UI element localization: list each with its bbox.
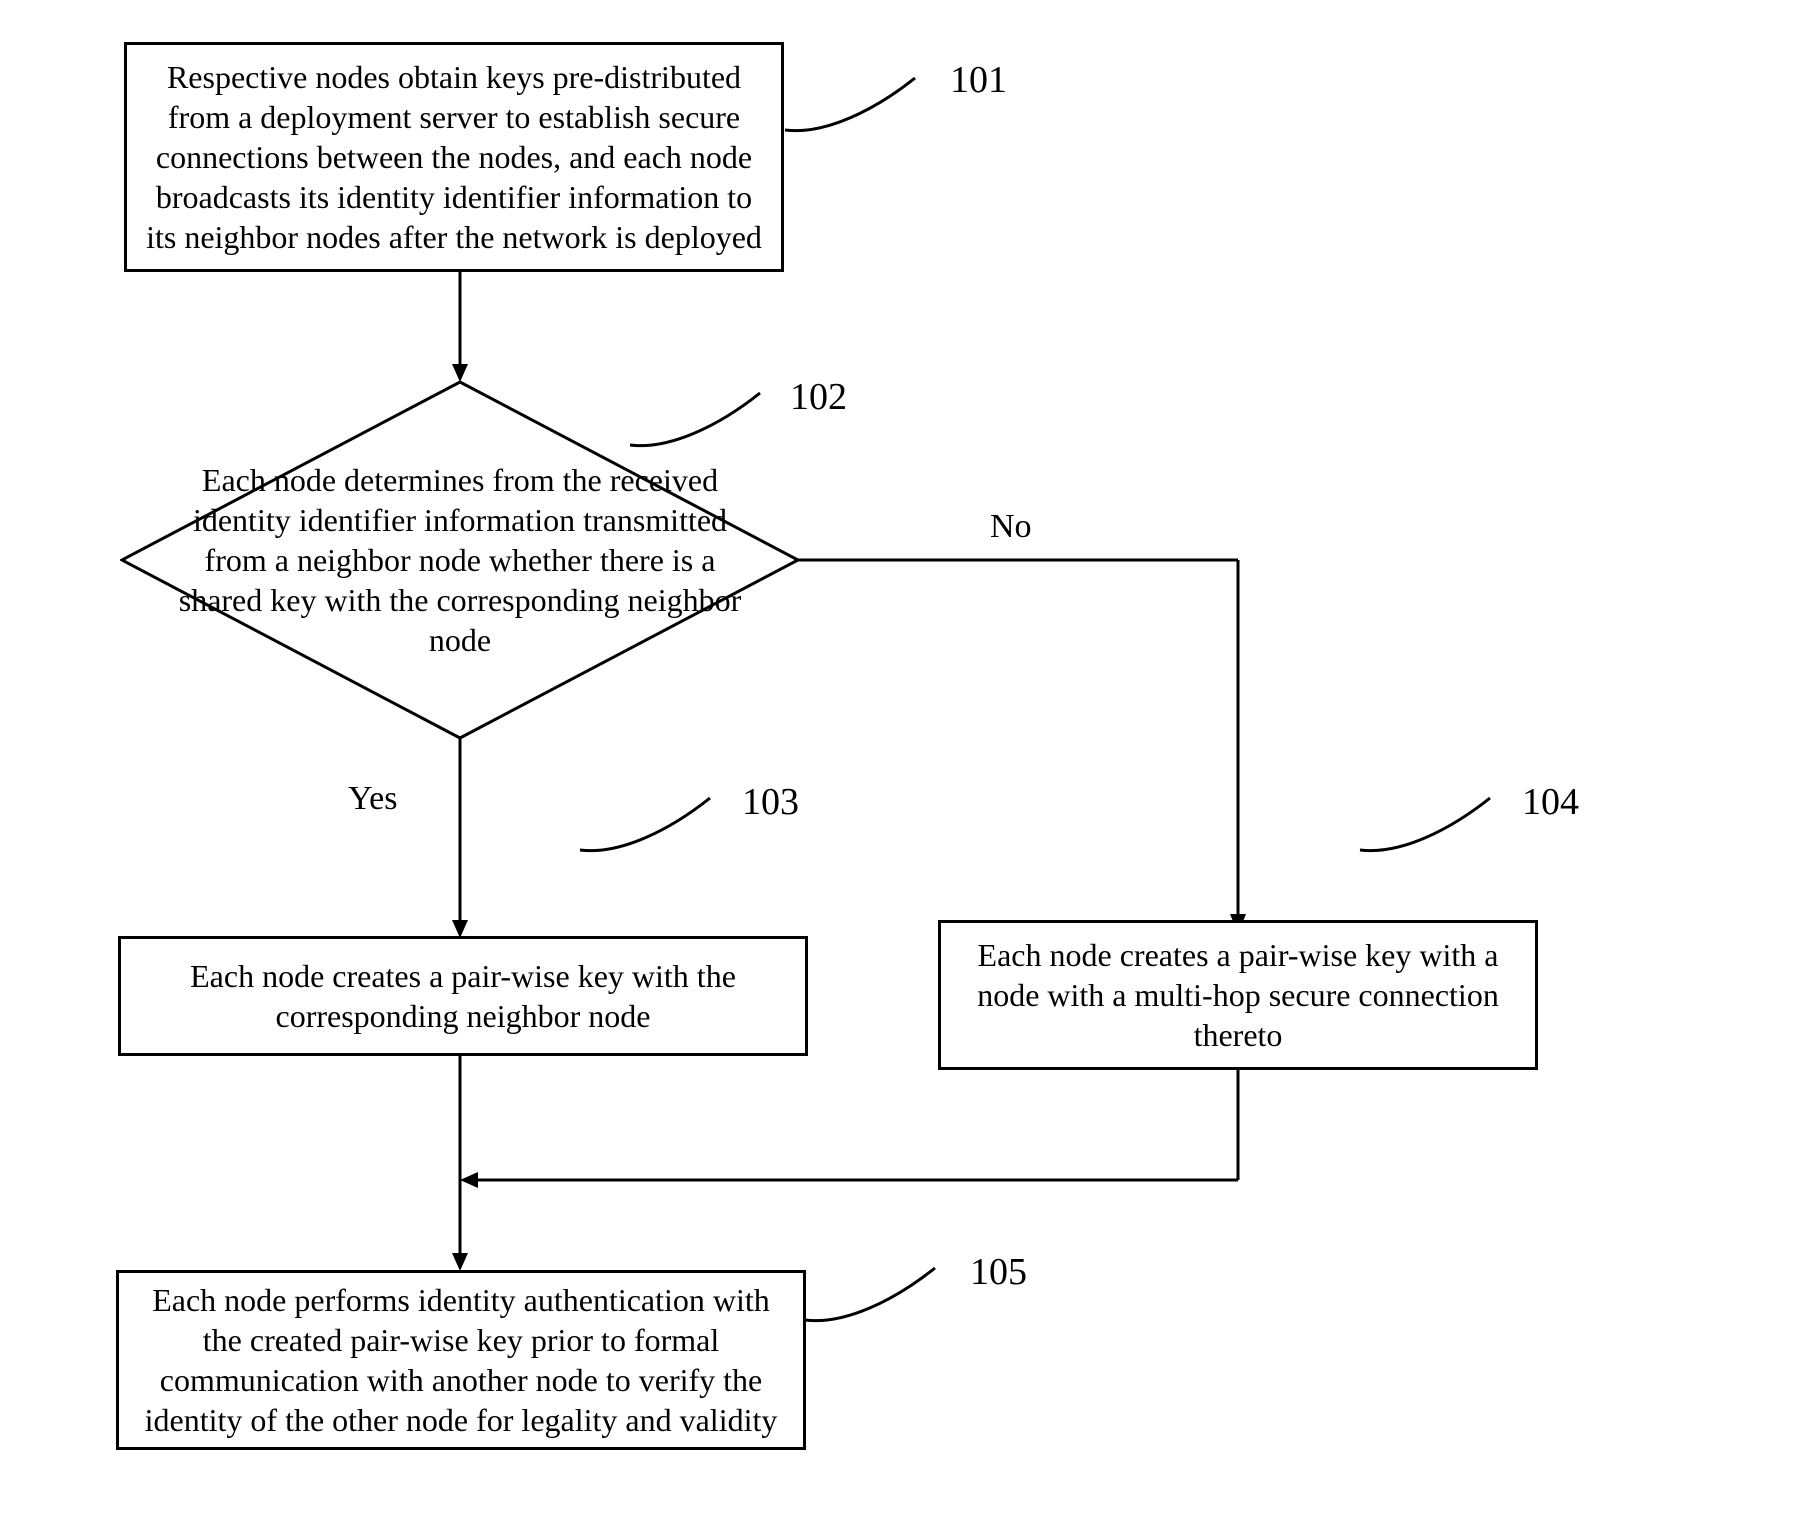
arrow-104-merge: [460, 1070, 1250, 1200]
decision-text-102: Each node determines from the received i…: [120, 460, 800, 660]
process-box-105: Each node performs identity authenticati…: [116, 1270, 806, 1450]
process-text-103: Each node creates a pair-wise key with t…: [133, 956, 793, 1036]
node-label-105: 105: [970, 1250, 1027, 1294]
node-label-103: 103: [742, 780, 799, 824]
callout-swoosh-102: [630, 385, 770, 455]
callout-swoosh-103: [580, 790, 720, 860]
process-box-101: Respective nodes obtain keys pre-distrib…: [124, 42, 784, 272]
node-label-102: 102: [790, 375, 847, 419]
edge-label-no: No: [990, 508, 1032, 546]
arrow-101-to-102: [450, 272, 470, 382]
node-label-104: 104: [1522, 780, 1579, 824]
arrow-yes-to-103: [450, 738, 470, 938]
process-box-103: Each node creates a pair-wise key with t…: [118, 936, 808, 1056]
edge-label-yes: Yes: [348, 780, 397, 818]
callout-swoosh-104: [1360, 790, 1500, 860]
process-text-101: Respective nodes obtain keys pre-distrib…: [139, 57, 769, 257]
callout-swoosh-101: [785, 70, 925, 140]
process-text-104: Each node creates a pair-wise key with a…: [953, 935, 1523, 1055]
process-text-105: Each node performs identity authenticati…: [131, 1280, 791, 1440]
arrow-no-to-104: [798, 556, 1258, 936]
process-box-104: Each node creates a pair-wise key with a…: [938, 920, 1538, 1070]
callout-swoosh-105: [805, 1260, 945, 1330]
node-label-101: 101: [950, 58, 1007, 102]
